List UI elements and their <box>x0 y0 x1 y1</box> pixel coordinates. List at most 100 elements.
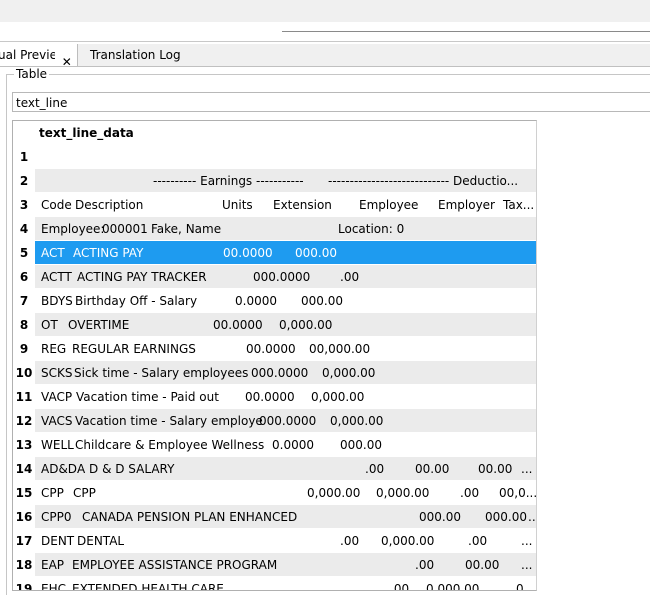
cell-text: CANADA PENSION PLAN ENHANCED <box>82 510 298 524</box>
table-row[interactable]: 6 ACTT ACTING PAY TRACKER 000.0000 .00 <box>13 265 536 289</box>
table-row[interactable]: 1 <box>13 145 536 169</box>
cell-text: ACTING PAY TRACKER <box>77 270 207 284</box>
cell-text: 00.00 <box>478 462 513 476</box>
table-row[interactable]: 9 REG REGULAR EARNINGS 00.0000 00,000.00 <box>13 337 536 361</box>
row-number: 17 <box>15 534 33 548</box>
cell-text: 00.0000 <box>223 246 273 260</box>
cell-text: 00,000.00 <box>309 342 371 356</box>
row-cell[interactable]: ACTT ACTING PAY TRACKER 000.0000 .00 <box>35 265 536 289</box>
cell-text: 00.00 <box>465 558 500 572</box>
cell-text: 00.0000 <box>246 342 296 356</box>
row-cell[interactable]: ACT ACTING PAY 00.0000 000.00 <box>35 241 536 265</box>
row-cell[interactable]: VACP Vacation time - Paid out 00.0000 0,000… <box>35 385 536 409</box>
data-grid[interactable]: text_line_data 1 2 ---------- Earnings ---… <box>12 120 537 591</box>
cell-text: A D & D SALARY <box>77 462 175 476</box>
cell-text: AD&D <box>41 462 78 476</box>
cell-text: EAP <box>41 558 65 572</box>
cell-text: Vacation time - Salary employe <box>75 414 263 428</box>
close-icon[interactable]: ✕ <box>59 51 75 73</box>
row-cell[interactable]: CPP0 CANADA PENSION PLAN ENHANCED 000.00 00… <box>35 505 536 529</box>
table-row[interactable]: 10 SCKS Sick time - Salary employees 000.00… <box>13 361 536 385</box>
row-cell[interactable]: AD&D A D & D SALARY .00 00.00 00.00... <box>35 457 536 481</box>
row-number: 10 <box>15 366 33 380</box>
cell-text: 0,000.00 <box>376 486 430 500</box>
cell-text: Employee <box>359 198 419 212</box>
cell-text: Tax... <box>503 198 535 212</box>
row-cell[interactable]: DENT DENTAL .00 0,000.00 .00... <box>35 529 536 553</box>
row-cell[interactable]: SCKS Sick time - Salary employees 000.0000… <box>35 361 536 385</box>
cell-text: Birthday Off - Salary <box>75 294 198 308</box>
table-row[interactable]: 3 Code Description Units Extension Employee Em… <box>13 193 536 217</box>
table-row[interactable]: 8 OT OVERTIME 00.0000 0,000.00 <box>13 313 536 337</box>
top-area <box>0 0 650 42</box>
cell-text: .00 <box>460 486 480 500</box>
row-cell[interactable]: VACS Vacation time - Salary employe 000.00… <box>35 409 536 433</box>
row-cell[interactable]: WELL Childcare & Employee Wellness 0.0000 0… <box>35 433 536 457</box>
row-number: 9 <box>19 342 29 356</box>
table-row[interactable]: 11 VACP Vacation time - Paid out 00.0000 0,0… <box>13 385 536 409</box>
row-cell[interactable]: REG REGULAR EARNINGS 00.0000 00,000.00 <box>35 337 536 361</box>
tab-visual-preview[interactable]: ual Preview ✕ <box>0 44 78 69</box>
cell-text: REGULAR EARNINGS <box>72 342 196 356</box>
row-cell[interactable]: CPP CPP 0,000.00 0,000.00 .00 00,0... <box>35 481 536 505</box>
row-cell[interactable]: Employee: 000001 Fake, Name Location: 0 <box>35 217 536 241</box>
cell-text: Sick time - Salary employees <box>74 366 249 380</box>
row-cell[interactable]: ---------- Earnings ----------- ---------… <box>35 169 536 193</box>
cell-text: .00 <box>340 534 360 548</box>
table-name-field[interactable]: text_line <box>12 92 650 112</box>
cell-text: 0,000.00 <box>330 414 384 428</box>
table-group-label: Table <box>14 67 50 81</box>
cell-text: 000.00 <box>485 510 527 524</box>
row-number: 1 <box>19 150 29 164</box>
row-number: 18 <box>15 558 33 572</box>
cell-text: 000.00 <box>301 294 343 308</box>
row-cell[interactable]: BDYS Birthday Off - Salary 0.0000 000.00 <box>35 289 536 313</box>
table-row[interactable]: 16 CPP0 CANADA PENSION PLAN ENHANCED 000.00… <box>13 505 536 529</box>
row-number: 3 <box>19 198 29 212</box>
cell-text: REG <box>41 342 67 356</box>
column-header[interactable]: text_line_data <box>35 121 134 145</box>
table-row[interactable]: 7 BDYS Birthday Off - Salary 0.0000 000.00 <box>13 289 536 313</box>
row-number: 15 <box>15 486 33 500</box>
row-number: 13 <box>15 438 33 452</box>
table-row[interactable]: 2 ---------- Earnings ----------- --------… <box>13 169 536 193</box>
cell-text: Employer <box>438 198 495 212</box>
cell-text: ... <box>521 558 533 572</box>
table-row[interactable]: 17 DENT DENTAL .00 0,000.00 .00... <box>13 529 536 553</box>
cell-text: CPP0 <box>41 510 72 524</box>
tab-bar: ual Preview ✕ Translation Log <box>0 44 650 69</box>
cell-text: Code <box>41 198 72 212</box>
cell-text: .00 <box>468 534 488 548</box>
cell-text: 000.00 <box>295 246 337 260</box>
row-number: 11 <box>15 390 33 404</box>
cell-text: ---------------------------- Deductio... <box>328 174 519 188</box>
row-cell[interactable]: EAP EMPLOYEE ASSISTANCE PROGRAM .00 00.00..… <box>35 553 536 577</box>
table-row[interactable]: 15 CPP CPP 0,000.00 0,000.00 .00 00,0... <box>13 481 536 505</box>
cell-text: CPP <box>41 486 64 500</box>
row-cell[interactable]: Code Description Units Extension Employee Emp… <box>35 193 536 217</box>
table-row[interactable]: 18 EAP EMPLOYEE ASSISTANCE PROGRAM .00 00.00… <box>13 553 536 577</box>
cell-text: .00 <box>340 270 360 284</box>
table-row[interactable]: 12 VACS Vacation time - Salary employe 000.… <box>13 409 536 433</box>
tab-translation-log[interactable]: Translation Log <box>90 44 181 66</box>
cell-text: 000001 <box>102 222 148 236</box>
cell-text: 0.0000 <box>272 438 314 452</box>
table-row[interactable]: 5 ACT ACTING PAY 00.0000 000.00 <box>13 241 536 265</box>
cell-text: .00 <box>415 558 435 572</box>
cell-text: Employee: <box>41 222 105 236</box>
row-cell[interactable]: OT OVERTIME 00.0000 0,000.00 <box>35 313 536 337</box>
table-row[interactable]: 14 AD&D A D & D SALARY .00 00.00 00.00... <box>13 457 536 481</box>
table-row[interactable]: 13 WELL Childcare & Employee Wellness 0.000… <box>13 433 536 457</box>
cell-text: DENTAL <box>77 534 125 548</box>
cell-text: CPP <box>73 486 96 500</box>
row-cell[interactable] <box>35 145 536 169</box>
tab-visual-preview-label: ual Preview <box>0 48 55 62</box>
cell-text: Location: 0 <box>338 222 405 236</box>
row-number: 2 <box>19 174 29 188</box>
row-number: 6 <box>19 270 29 284</box>
row-number: 16 <box>15 510 33 524</box>
cell-text: Fake, Name <box>151 222 222 236</box>
table-row[interactable]: 4 Employee: 000001 Fake, Name Location: 0 <box>13 217 536 241</box>
cell-text: BDYS <box>41 294 73 308</box>
cell-text: 0,000.00 <box>311 390 365 404</box>
